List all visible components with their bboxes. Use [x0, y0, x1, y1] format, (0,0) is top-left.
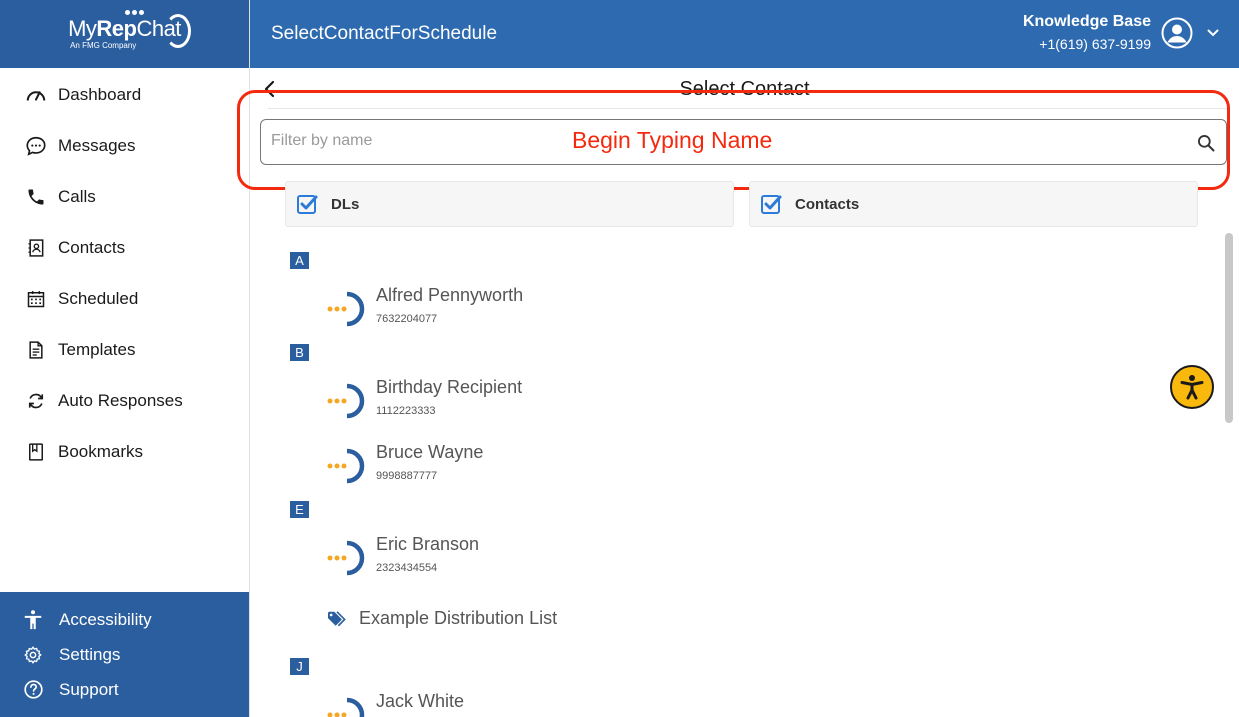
scrollbar-thumb[interactable]	[1225, 233, 1233, 423]
logo-dots	[125, 10, 145, 15]
title-divider	[268, 108, 1228, 109]
sidebar-item-label: Scheduled	[58, 288, 139, 308]
main-content: Select Contact Begin Typing Name DLs Con…	[237, 68, 1239, 717]
sidebar-item-label: Settings	[59, 644, 121, 664]
contact-name: Jack White	[376, 691, 465, 711]
sidebar-nav: Dashboard Messages Calls Contacts Schedu…	[0, 69, 249, 477]
sidebar-item-label: Auto Responses	[58, 390, 183, 410]
sidebar-item-scheduled[interactable]: Scheduled	[0, 273, 249, 324]
logo-area[interactable]: MyRepChat An FMG Company	[0, 0, 249, 68]
account-phone: +1(619) 637-9199	[1039, 36, 1151, 52]
checkbox-checked-icon[interactable]	[760, 193, 782, 215]
contact-avatar-icon	[327, 383, 365, 419]
contact-name: Eric Branson	[376, 534, 480, 554]
contacts-icon	[25, 237, 47, 259]
list-scrollbar[interactable]	[1225, 233, 1233, 717]
sidebar-item-label: Support	[59, 679, 119, 699]
page-title: Select Contact	[679, 78, 810, 100]
sidebar-item-label: Messages	[58, 135, 136, 155]
sidebar-item-label: Dashboard	[58, 84, 142, 104]
contact-avatar-icon	[327, 448, 365, 484]
letter-header-j: J	[290, 658, 309, 675]
sidebar-item-label: Calls	[58, 186, 96, 206]
myrepchat-logo: MyRepChat An FMG Company	[68, 10, 191, 51]
sidebar-item-label: Templates	[58, 339, 136, 359]
sidebar-item-label: Accessibility	[59, 609, 152, 629]
help-icon	[22, 679, 44, 701]
distribution-list-name: Example Distribution List	[359, 608, 558, 628]
sidebar-item-settings[interactable]: Settings	[0, 637, 249, 672]
page-header-title: SelectContactForSchedule	[271, 23, 498, 44]
letter-header-b: B	[290, 344, 309, 361]
annotation-label: Begin Typing Name	[572, 127, 773, 153]
contact-name: Birthday Recipient	[376, 377, 523, 397]
contact-name: Alfred Pennyworth	[376, 285, 524, 305]
sidebar-bottom-panel: Accessibility Settings Support	[0, 592, 249, 717]
search-icon[interactable]	[1196, 133, 1216, 153]
checkbox-checked-icon[interactable]	[296, 193, 318, 215]
accessibility-widget-button[interactable]	[1170, 365, 1214, 409]
calendar-icon	[25, 288, 47, 310]
sidebar-item-contacts[interactable]: Contacts	[0, 222, 249, 273]
document-icon	[25, 339, 47, 361]
refresh-icon	[25, 390, 47, 412]
contact-phone: 2323434554	[376, 562, 438, 574]
logo-tagline: An FMG Company	[70, 41, 137, 50]
sidebar-item-accessibility[interactable]: Accessibility	[0, 602, 249, 637]
account-info[interactable]: Knowledge Base +1(619) 637-9199	[1023, 12, 1151, 54]
phone-icon	[25, 186, 47, 208]
contacts-filter-toggle[interactable]: Contacts	[749, 181, 1198, 227]
tag-icon	[328, 611, 346, 627]
accessibility-person-icon	[1180, 375, 1204, 400]
accessibility-icon	[22, 609, 44, 631]
sidebar-item-templates[interactable]: Templates	[0, 324, 249, 375]
contact-name: Bruce Wayne	[376, 442, 484, 462]
sidebar-item-bookmarks[interactable]: Bookmarks	[0, 426, 249, 477]
logo-text-rep: Rep	[96, 16, 137, 41]
contact-phone: 1112223333	[376, 405, 436, 417]
app-window: MyRepChat An FMG Company Dashboard Messa…	[0, 0, 1239, 717]
sidebar-item-label: Contacts	[58, 237, 126, 257]
account-name: Knowledge Base	[1022, 13, 1151, 30]
contact-phone: 9998887777	[376, 470, 438, 482]
letter-header-e: E	[290, 501, 309, 518]
sidebar-item-auto-responses[interactable]: Auto Responses	[0, 375, 249, 426]
contact-avatar-icon	[327, 291, 365, 327]
sidebar-item-calls[interactable]: Calls	[0, 171, 249, 222]
sidebar: MyRepChat An FMG Company Dashboard Messa…	[0, 0, 250, 717]
sidebar-item-support[interactable]: Support	[0, 672, 249, 707]
sidebar-item-messages[interactable]: Messages	[0, 120, 249, 171]
toggle-label-dls: DLs	[331, 195, 360, 213]
contact-avatar-icon	[327, 697, 365, 717]
bookmark-icon	[25, 441, 47, 463]
dls-filter-toggle[interactable]: DLs	[285, 181, 734, 227]
top-header: SelectContactForSchedule Knowledge Base …	[250, 0, 1239, 68]
sidebar-item-label: Bookmarks	[58, 441, 144, 461]
chevron-down-icon[interactable]	[1206, 26, 1220, 40]
contact-list: A Alfred Pennyworth 7632204077 B Birthda…	[250, 243, 1220, 717]
toggle-label-contacts: Contacts	[795, 195, 860, 213]
logo-arc	[164, 14, 191, 48]
gear-icon	[22, 644, 44, 666]
contact-avatar-icon	[327, 540, 365, 576]
user-avatar-icon[interactable]	[1161, 17, 1193, 49]
letter-header-a: A	[290, 252, 309, 269]
chat-bubble-icon	[25, 135, 47, 157]
dashboard-icon	[25, 84, 47, 106]
sidebar-item-dashboard[interactable]: Dashboard	[0, 69, 249, 120]
contact-phone: 7632204077	[376, 313, 438, 325]
logo-text-my: My	[68, 16, 97, 41]
